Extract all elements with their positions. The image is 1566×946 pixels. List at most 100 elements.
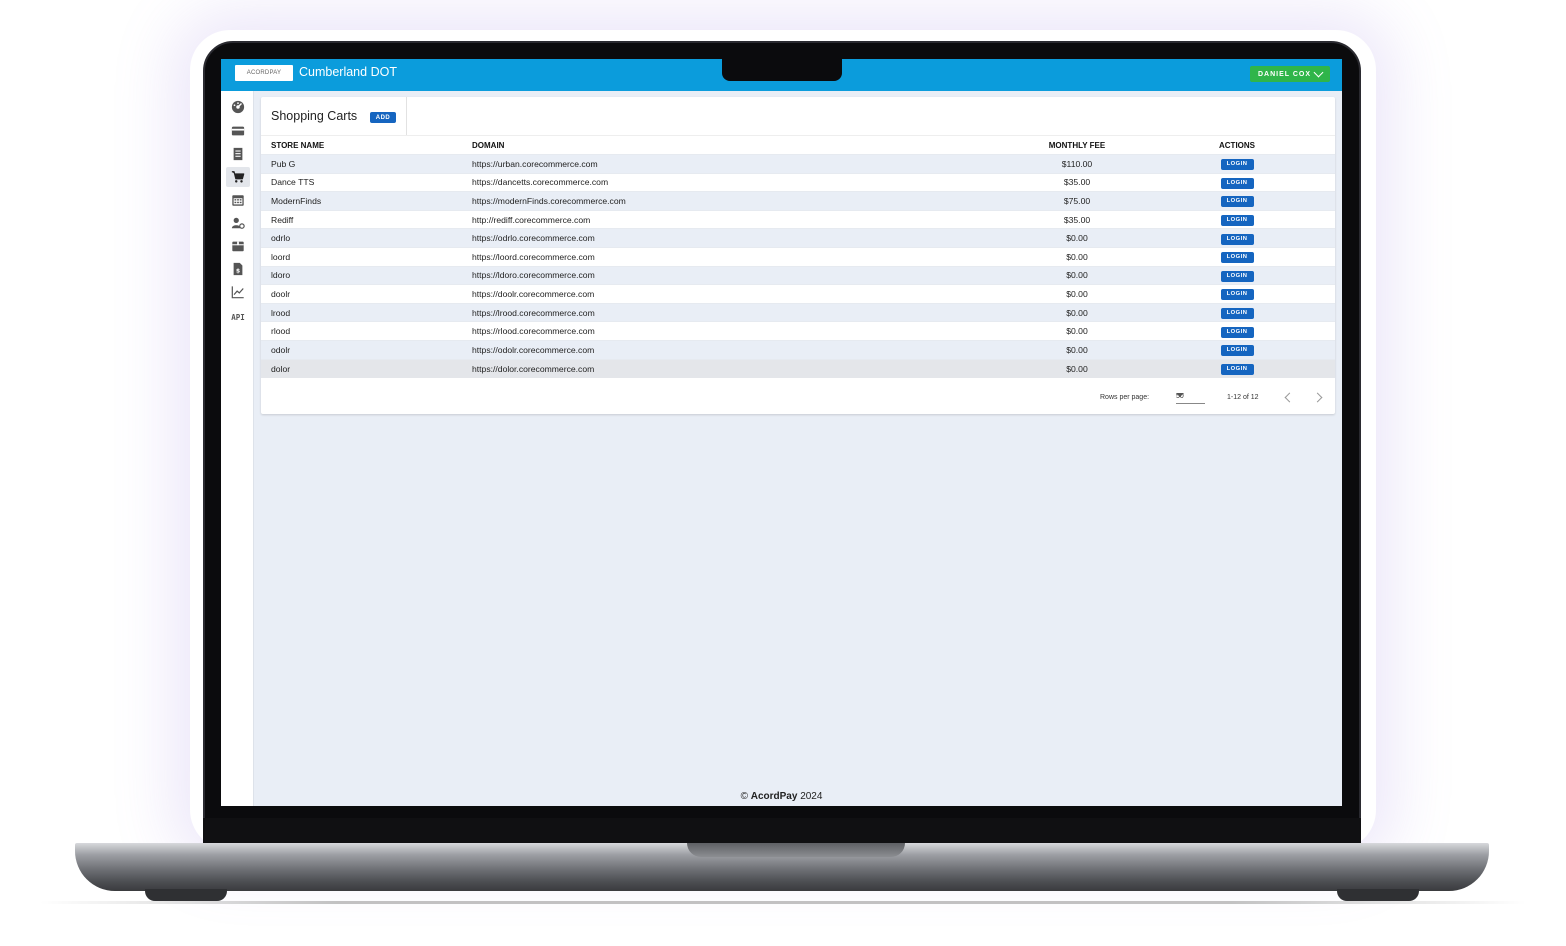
table-header-row: STORE NAME DOMAIN MONTHLY FEE ACTIONS [261,135,1335,155]
monthly-fee-cell: $0.00 [1015,284,1139,304]
sidebar-item-invoices[interactable]: $ [226,259,250,279]
actions-cell: LOGIN [1139,321,1335,341]
actions-cell: LOGIN [1139,246,1335,267]
sidebar-item-products[interactable] [226,236,250,256]
login-button[interactable]: LOGIN [1220,252,1254,264]
user-name: DANIEL COX [1257,70,1312,78]
monthly-fee-cell: $35.00 [1015,172,1139,192]
login-button[interactable]: LOGIN [1220,308,1254,320]
domain-cell: https://dancetts.corecommerce.com [462,172,1015,192]
pagination-range: 1-12 of 12 [1227,394,1259,401]
credit-card-icon [231,126,245,136]
card-header: Shopping Carts ADD [261,97,407,135]
login-button[interactable]: LOGIN [1220,233,1254,245]
footer-brand: AcordPay [750,791,798,802]
svg-text:$: $ [236,268,240,275]
monthly-fee-cell: $0.00 [1015,358,1139,378]
laptop-opening-lip [687,843,905,857]
sidebar: $ API [221,91,254,806]
monthly-fee-cell: $110.00 [1015,154,1139,174]
domain-cell: https://loord.corecommerce.com [462,246,1015,267]
dashboard-icon [231,100,245,114]
login-button[interactable]: LOGIN [1220,289,1254,301]
table-row[interactable]: ldoro https://ldoro.corecommerce.com $0.00… [261,265,1335,285]
actions-cell: LOGIN [1139,209,1335,229]
sidebar-item-payments[interactable] [226,121,250,141]
invoice-icon: $ [233,262,243,276]
actions-cell: LOGIN [1139,228,1335,248]
column-header-store-name[interactable]: STORE NAME [261,135,462,155]
monthly-fee-cell: $0.00 [1015,321,1139,341]
column-header-domain[interactable]: DOMAIN [462,135,1015,155]
table-row[interactable]: odolr https://odolr.corecommerce.com $0.00… [261,339,1335,360]
table-row[interactable]: Dance TTS https://dancetts.corecommerce.c… [261,172,1335,192]
api-label: API [231,312,245,322]
monthly-fee-cell: $75.00 [1015,191,1139,211]
actions-cell: LOGIN [1139,358,1335,378]
login-button[interactable]: LOGIN [1220,215,1254,227]
table-row[interactable]: doolr https://doolr.corecommerce.com $0.00… [261,284,1335,304]
sidebar-item-reports[interactable] [226,282,250,302]
sidebar-item-dashboard[interactable] [226,97,250,117]
domain-cell: http://rediff.corecommerce.com [462,209,1015,229]
analytics-icon [231,286,244,299]
column-header-monthly-fee[interactable]: MONTHLY FEE [1015,135,1139,155]
actions-cell: LOGIN [1139,302,1335,322]
user-menu-button[interactable]: DANIEL COX [1250,66,1330,82]
next-page-button[interactable] [1312,391,1325,403]
domain-cell: https://lrood.corecommerce.com [462,302,1015,322]
footer-year: 2024 [800,791,823,802]
store-name-cell: Rediff [261,209,462,229]
sidebar-item-shopping-carts[interactable] [226,167,250,187]
table-row[interactable]: lrood https://lrood.corecommerce.com $0.00… [261,302,1335,322]
shopping-cart-icon [231,171,245,183]
sidebar-item-api[interactable]: API [226,307,250,327]
store-name-cell: loord [261,246,462,267]
table-row[interactable]: Rediff http://rediff.corecommerce.com $35.… [261,209,1335,229]
rows-per-page-select[interactable]: 50 [1176,390,1205,404]
login-button[interactable]: LOGIN [1220,270,1254,282]
login-button[interactable]: LOGIN [1220,326,1254,338]
store-name-cell: ModernFinds [261,191,462,211]
login-button[interactable]: LOGIN [1220,364,1254,376]
table-row[interactable]: dolor https://dolor.corecommerce.com $0.00… [261,358,1335,378]
table-row[interactable]: ModernFinds https://modernFinds.corecomme… [261,191,1335,211]
monthly-fee-cell: $0.00 [1015,339,1139,360]
login-button[interactable]: LOGIN [1220,196,1254,208]
add-cart-button[interactable]: ADD [370,112,396,123]
app-screen: ACORDPAY Cumberland DOT DANIEL COX $ API… [221,59,1342,806]
store-name-cell: lrood [261,302,462,322]
laptop-foot-left [145,889,227,901]
login-button[interactable]: LOGIN [1220,159,1254,171]
login-button[interactable]: LOGIN [1220,345,1254,357]
receipt-icon [233,147,243,161]
rows-per-page-label: Rows per page: [1100,394,1150,401]
shopping-carts-card: Shopping Carts ADD STORE NAME DOMAIN MON… [261,97,1335,414]
monthly-fee-cell: $0.00 [1015,265,1139,285]
sidebar-item-receipts[interactable] [226,144,250,164]
monthly-fee-cell: $0.00 [1015,246,1139,267]
laptop-shadow [40,901,1526,904]
store-name-cell: doolr [261,284,462,304]
actions-cell: LOGIN [1139,265,1335,285]
calendar-icon [232,195,244,206]
acordpay-logo[interactable]: ACORDPAY [235,65,293,81]
table-row[interactable]: loord https://loord.corecommerce.com $0.00… [261,246,1335,267]
domain-cell: https://modernFinds.corecommerce.com [462,191,1015,211]
actions-cell: LOGIN [1139,339,1335,360]
store-name-cell: Pub G [261,154,462,174]
table-row[interactable]: odrlo https://odrlo.corecommerce.com $0.00… [261,228,1335,248]
login-button[interactable]: LOGIN [1220,177,1254,189]
previous-page-button[interactable] [1282,391,1295,403]
store-name-cell: odrlo [261,228,462,248]
sidebar-item-users[interactable] [226,213,250,233]
user-settings-icon [231,217,245,229]
monthly-fee-cell: $0.00 [1015,228,1139,248]
table-row[interactable]: Pub Ghttps://urban.corecommerce.com $110.… [261,154,1335,174]
sidebar-item-calendar[interactable] [226,190,250,210]
store-name-cell: ldoro [261,265,462,285]
laptop-foot-right [1337,889,1419,901]
table-row[interactable]: rlood https://rlood.corecommerce.com $0.00… [261,321,1335,341]
domain-cell: https://doolr.corecommerce.com [462,284,1015,304]
domain-cell: https://ldoro.corecommerce.com [462,265,1015,285]
